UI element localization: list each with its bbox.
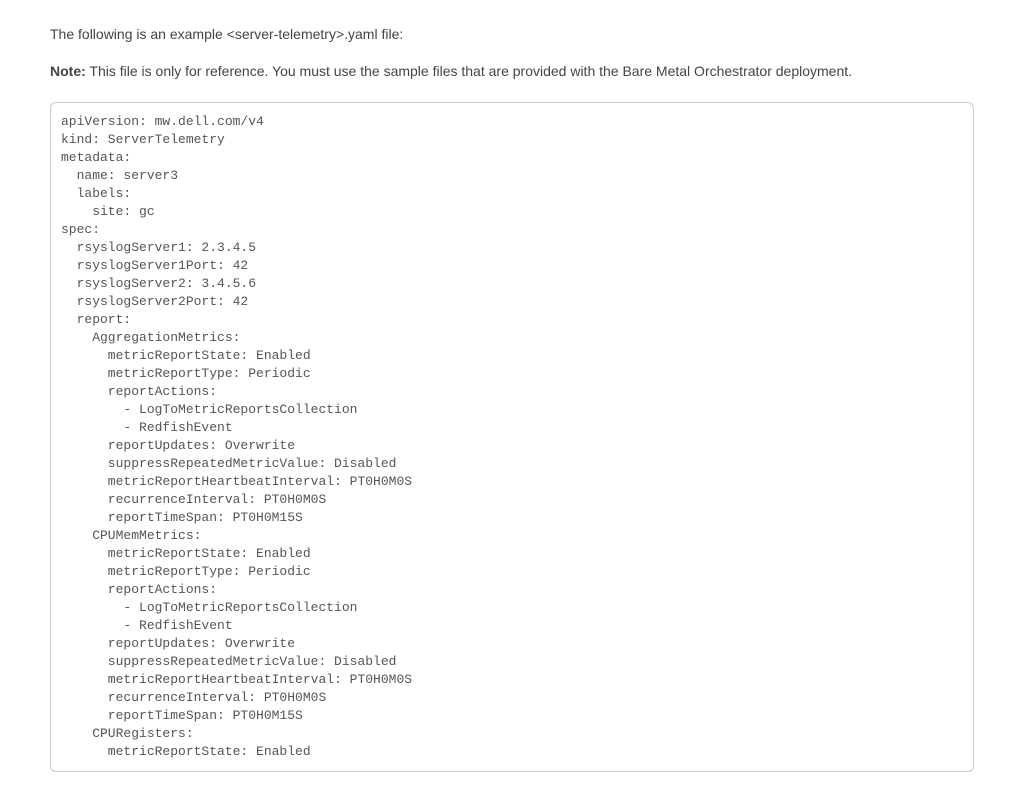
note-text: This file is only for reference. You mus… — [86, 63, 852, 79]
intro-paragraph: The following is an example <server-tele… — [50, 24, 974, 45]
yaml-code-block: apiVersion: mw.dell.com/v4 kind: ServerT… — [50, 102, 974, 772]
note-label: Note: — [50, 63, 86, 79]
note-paragraph: Note: This file is only for reference. Y… — [50, 61, 974, 82]
